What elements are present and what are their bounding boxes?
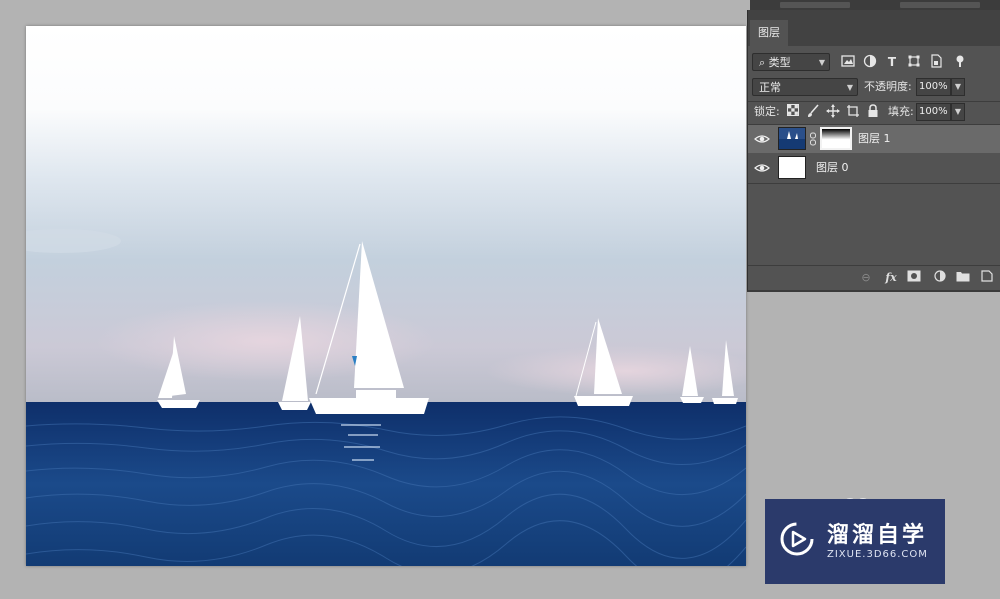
lock-image-pixels-icon[interactable] bbox=[805, 104, 821, 120]
eye-visibility-icon[interactable] bbox=[754, 160, 770, 176]
document-canvas[interactable] bbox=[26, 26, 746, 566]
filter-label: 类型 bbox=[768, 56, 791, 69]
chevron-down-icon: ▼ bbox=[846, 83, 853, 92]
eye-visibility-icon[interactable] bbox=[754, 131, 770, 147]
tab-layers[interactable]: 图层 bbox=[750, 20, 788, 46]
fill-input[interactable]: 100% bbox=[916, 103, 951, 121]
layer-filter-row: ⌕ 类型 ▼ T bbox=[748, 52, 1000, 72]
layer-mask-thumbnail[interactable] bbox=[820, 127, 852, 150]
mask-link-icon[interactable] bbox=[809, 132, 817, 146]
lock-fill-row: 锁定: 填充: 100% ▼ bbox=[748, 102, 1000, 122]
lock-transparent-pixels-icon[interactable] bbox=[785, 104, 801, 120]
blend-opacity-row: 正常 ▼ 不透明度: 100% ▼ bbox=[748, 77, 1000, 97]
layer-name[interactable]: 图层 0 bbox=[816, 154, 849, 182]
panel-tab-bar: 图层 bbox=[748, 10, 1000, 46]
sailboats-on-sea-photo bbox=[26, 26, 746, 566]
blend-mode-value: 正常 bbox=[759, 81, 781, 94]
opacity-label: 不透明度: bbox=[864, 80, 912, 93]
watermark-badge: 溜溜自学 ZIXUE.3D66.COM bbox=[765, 499, 945, 584]
play-logo-icon bbox=[780, 522, 814, 556]
layer-name[interactable]: 图层 1 bbox=[858, 125, 891, 153]
shape-layer-filter-icon[interactable] bbox=[906, 54, 922, 70]
new-layer-icon[interactable] bbox=[979, 270, 995, 286]
search-icon: ⌕ bbox=[759, 56, 769, 69]
smart-object-filter-icon[interactable] bbox=[928, 54, 944, 70]
fx-layer-style-icon[interactable]: fx bbox=[883, 270, 899, 286]
layer-row-layer-1[interactable]: 图层 1 bbox=[748, 125, 1000, 153]
layers-panel-footer: ⊖ fx bbox=[748, 265, 1000, 290]
lock-all-icon[interactable] bbox=[865, 104, 881, 120]
watermark-url: ZIXUE.3D66.COM bbox=[827, 549, 928, 560]
pixel-layer-filter-icon[interactable] bbox=[840, 54, 856, 70]
lock-label: 锁定: bbox=[754, 105, 780, 118]
collapsed-panel-control[interactable] bbox=[780, 2, 850, 8]
collapsed-panel-control[interactable] bbox=[900, 2, 980, 8]
layer-thumbnail[interactable] bbox=[778, 127, 806, 150]
layer-thumbnail[interactable] bbox=[778, 156, 806, 179]
filter-toggle-icon[interactable] bbox=[952, 54, 968, 70]
fill-label: 填充: bbox=[888, 105, 914, 118]
workspace: 图层 ⌕ 类型 ▼ T 正常 ▼ 不透明度: 100% ▼ 锁定: 填充: 10… bbox=[0, 0, 1000, 599]
lock-artboard-icon[interactable] bbox=[845, 104, 861, 120]
divider bbox=[748, 183, 1000, 184]
opacity-input[interactable]: 100% bbox=[916, 78, 951, 96]
folder-icon[interactable] bbox=[955, 270, 971, 286]
link-layers-icon[interactable]: ⊖ bbox=[858, 270, 874, 286]
layer-filter-dropdown[interactable]: ⌕ 类型 ▼ bbox=[752, 53, 830, 71]
fill-slider-toggle[interactable]: ▼ bbox=[951, 103, 965, 121]
lock-position-icon[interactable] bbox=[825, 104, 841, 120]
add-mask-icon[interactable] bbox=[906, 270, 922, 286]
opacity-slider-toggle[interactable]: ▼ bbox=[951, 78, 965, 96]
panel-top-strip bbox=[750, 0, 1000, 10]
type-layer-filter-icon[interactable]: T bbox=[884, 54, 900, 70]
adjustment-layer-filter-icon[interactable] bbox=[862, 54, 878, 70]
watermark-title: 溜溜自学 bbox=[827, 523, 928, 548]
adjustment-layer-icon[interactable] bbox=[932, 270, 948, 286]
layer-row-layer-0[interactable]: 图层 0 bbox=[748, 154, 1000, 182]
layers-panel: 图层 ⌕ 类型 ▼ T 正常 ▼ 不透明度: 100% ▼ 锁定: 填充: 10… bbox=[747, 10, 1000, 292]
chevron-down-icon: ▼ bbox=[818, 58, 825, 67]
blend-mode-dropdown[interactable]: 正常 ▼ bbox=[752, 78, 858, 96]
